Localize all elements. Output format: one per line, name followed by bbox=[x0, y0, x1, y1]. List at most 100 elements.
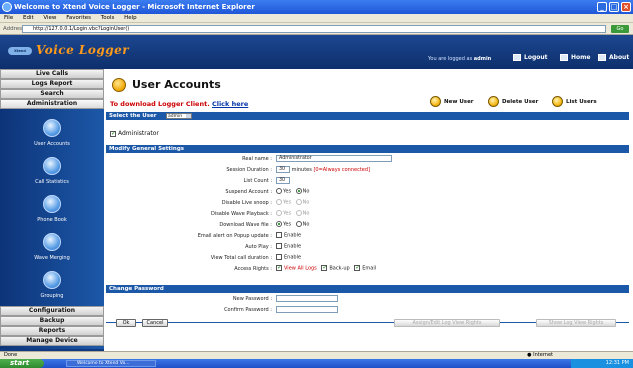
email-alert-checkbox[interactable] bbox=[276, 232, 282, 238]
cancel-button[interactable]: Cancel bbox=[142, 319, 168, 327]
sidebar-item-label: Grouping bbox=[40, 293, 64, 299]
sidebar-item-wave-merging[interactable]: Wave Merging bbox=[0, 233, 104, 261]
grouping-icon bbox=[43, 271, 61, 289]
sidebar-item-user-accounts[interactable]: User Accounts bbox=[0, 119, 104, 147]
assign-rights-button[interactable]: Assign/Edit Log View Rights bbox=[394, 319, 500, 327]
sidebar: Live Calls Logs Report Search Administra… bbox=[0, 69, 104, 351]
confirm-password-label: Confirm Password : bbox=[224, 307, 272, 313]
tab-logs-report[interactable]: Logs Report bbox=[0, 79, 104, 89]
suspend-no-radio[interactable] bbox=[295, 188, 302, 194]
email-checkbox[interactable] bbox=[354, 264, 360, 271]
window-title: Welcome to Xtend Voice Logger - Microsof… bbox=[14, 3, 255, 11]
sidebar-item-label: Call Statistics bbox=[35, 179, 69, 185]
wave-playback-label: Disable Wave Playback : bbox=[210, 211, 272, 217]
minimize-button[interactable]: _ bbox=[597, 2, 607, 12]
taskbar-window-item[interactable]: Welcome to Xtend Vo... bbox=[66, 360, 156, 367]
form-row-live-snoop: Disable Live snoop : Yes No bbox=[104, 198, 633, 209]
menu-file[interactable]: File bbox=[4, 15, 13, 21]
tab-search[interactable]: Search bbox=[0, 89, 104, 99]
backup-checkbox[interactable] bbox=[321, 264, 327, 271]
show-rights-button[interactable]: Show Log View Rights bbox=[536, 319, 616, 327]
view-all-logs-checkbox[interactable] bbox=[276, 264, 282, 271]
form-row-wave-playback: Disable Wave Playback : Yes No bbox=[104, 209, 633, 220]
form-row-email-alert: Email alert on Popup update : Enable bbox=[104, 231, 633, 242]
app-title: Voice Logger bbox=[36, 43, 130, 57]
ok-button[interactable]: Ok bbox=[116, 319, 136, 327]
list-users-button[interactable]: List Users bbox=[552, 96, 597, 107]
about-label: About bbox=[609, 54, 630, 61]
about-link[interactable]: About bbox=[598, 54, 629, 61]
tab-backup[interactable]: Backup bbox=[0, 316, 104, 326]
form-row-real-name: Real name : Administrator bbox=[104, 154, 633, 165]
administrator-checkbox[interactable] bbox=[110, 130, 116, 137]
sidebar-item-label: Wave Merging bbox=[34, 255, 70, 261]
menu-view[interactable]: View bbox=[43, 15, 56, 21]
wave-playback-yes-radio[interactable] bbox=[276, 210, 282, 216]
change-password-title: Change Password bbox=[109, 286, 164, 292]
list-count-input[interactable]: 30 bbox=[276, 177, 290, 184]
menu-tools[interactable]: Tools bbox=[101, 15, 115, 21]
logged-user: admin bbox=[473, 56, 492, 62]
form-row-download-wave: Download Wave file : Yes No bbox=[104, 220, 633, 231]
download-label: To download Logger Client. bbox=[110, 100, 210, 108]
sidebar-item-call-statistics[interactable]: Call Statistics bbox=[0, 157, 104, 185]
auto-play-enable-label: Enable bbox=[284, 243, 302, 250]
suspend-yes-radio[interactable] bbox=[276, 188, 282, 194]
tab-configuration[interactable]: Configuration bbox=[0, 306, 104, 316]
form-row-view-total: View Total call duration : Enable bbox=[104, 253, 633, 264]
confirm-password-input[interactable] bbox=[276, 306, 338, 313]
new-password-input[interactable] bbox=[276, 295, 338, 302]
live-snoop-yes-radio[interactable] bbox=[276, 199, 282, 205]
home-link[interactable]: Home bbox=[560, 54, 590, 61]
tab-administration[interactable]: Administration bbox=[0, 99, 104, 109]
live-snoop-yes-label: Yes bbox=[283, 199, 292, 206]
form-row-auto-play: Auto Play : Enable bbox=[104, 242, 633, 253]
start-button[interactable]: start bbox=[0, 359, 44, 368]
tab-reports[interactable]: Reports bbox=[0, 326, 104, 336]
logout-link[interactable]: Logout bbox=[513, 54, 548, 61]
logged-prefix: You are logged as bbox=[428, 56, 473, 62]
menu-edit[interactable]: Edit bbox=[23, 15, 34, 21]
live-snoop-no-radio[interactable] bbox=[295, 199, 302, 205]
tab-live-calls[interactable]: Live Calls bbox=[0, 69, 104, 79]
download-wave-no-radio[interactable] bbox=[295, 221, 302, 227]
email-alert-enable-label: Enable bbox=[284, 232, 302, 239]
list-users-icon bbox=[552, 96, 563, 107]
new-user-icon bbox=[430, 96, 441, 107]
go-button[interactable]: Go bbox=[611, 25, 629, 33]
sidebar-item-label: User Accounts bbox=[34, 141, 70, 147]
sidebar-item-grouping[interactable]: Grouping bbox=[0, 271, 104, 299]
download-client-text: To download Logger Client. Click here bbox=[110, 100, 248, 108]
menu-favorites[interactable]: Favorites bbox=[66, 15, 91, 21]
delete-user-button[interactable]: Delete User bbox=[488, 96, 538, 107]
address-input[interactable]: http://127.0.0.1/Login.vbc?LoginUser() bbox=[22, 25, 606, 33]
list-count-label: List Count : bbox=[243, 178, 272, 184]
maximize-button[interactable]: □ bbox=[609, 2, 619, 12]
menu-help[interactable]: Help bbox=[124, 15, 137, 21]
real-name-label: Real name : bbox=[242, 156, 272, 162]
download-link[interactable]: Click here bbox=[212, 100, 248, 108]
internet-zone-label: Internet bbox=[533, 352, 553, 358]
select-user-bar: Select the User admin bbox=[106, 112, 629, 120]
auto-play-checkbox[interactable] bbox=[276, 243, 282, 249]
form-row-access-rights: Access Rights : View All Logs Back-up Em… bbox=[104, 264, 633, 275]
user-select[interactable]: admin bbox=[166, 113, 192, 119]
select-user-label: Select the User bbox=[109, 113, 157, 119]
view-total-checkbox[interactable] bbox=[276, 254, 282, 260]
real-name-input[interactable]: Administrator bbox=[276, 155, 392, 162]
session-unit: minutes bbox=[291, 167, 312, 173]
tab-manage-device[interactable]: Manage Device bbox=[0, 336, 104, 346]
page-title: User Accounts bbox=[132, 78, 221, 91]
download-wave-yes-radio[interactable] bbox=[276, 221, 282, 227]
live-snoop-no-label: No bbox=[302, 199, 310, 206]
sidebar-item-phone-book[interactable]: Phone Book bbox=[0, 195, 104, 223]
logged-in-text: You are logged as admin bbox=[428, 56, 491, 62]
app-header: Xtend Voice Logger You are logged as adm… bbox=[0, 35, 633, 69]
menu-bar: File Edit View Favorites Tools Help bbox=[0, 14, 633, 23]
new-user-button[interactable]: New User bbox=[430, 96, 474, 107]
session-duration-input[interactable]: 30 bbox=[276, 166, 290, 173]
close-button[interactable]: × bbox=[621, 2, 631, 12]
user-accounts-title-icon bbox=[112, 78, 126, 92]
wave-playback-no-radio[interactable] bbox=[295, 210, 302, 216]
form-row-suspend: Suspend Account : Yes No bbox=[104, 187, 633, 198]
